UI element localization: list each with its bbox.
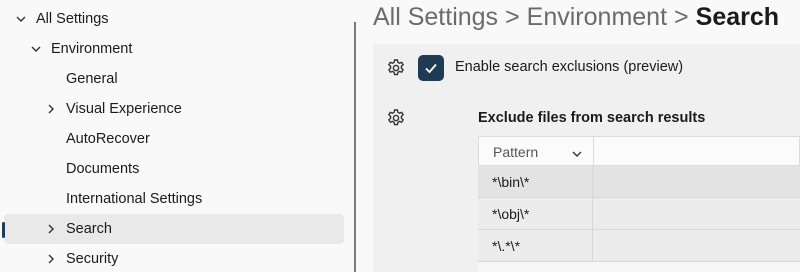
pattern-cell[interactable]: *\.*\*	[478, 230, 593, 261]
pattern-cell[interactable]: *\obj\*	[478, 198, 593, 229]
enable-exclusions-checkbox[interactable]	[418, 55, 444, 81]
selection-indicator	[2, 222, 5, 238]
tree-item-international-settings[interactable]: International Settings	[4, 184, 344, 214]
table-row[interactable]: *\.*\*	[478, 230, 800, 262]
pane-splitter[interactable]	[354, 22, 356, 272]
breadcrumb: All Settings > Environment > Search	[373, 2, 779, 32]
exclude-files-label: Exclude files from search results	[478, 110, 706, 126]
tree-item-security[interactable]: Security	[4, 244, 344, 272]
page-title: Search	[695, 2, 780, 31]
tree-item-label: All Settings	[36, 11, 109, 27]
tree-item-label: General	[66, 71, 118, 87]
tree-item-visual-experience[interactable]: Visual Experience	[4, 94, 344, 124]
tree-item-documents[interactable]: Documents	[4, 154, 344, 184]
grid-header: Pattern	[478, 136, 800, 167]
breadcrumb-item-all-settings[interactable]: All Settings	[373, 3, 498, 32]
tree-item-all-settings[interactable]: All Settings	[4, 4, 344, 34]
settings-tree: All Settings Environment General Visual …	[0, 0, 352, 272]
chevron-right-icon[interactable]	[45, 253, 57, 265]
gear-icon[interactable]	[386, 108, 406, 128]
tree-item-general[interactable]: General	[4, 64, 344, 94]
enable-exclusions-label: Enable search exclusions (preview)	[455, 59, 684, 75]
settings-window: All Settings Environment General Visual …	[0, 0, 800, 272]
tree-item-label: Visual Experience	[66, 101, 182, 117]
chevron-right-icon[interactable]	[45, 103, 57, 115]
tree-item-search[interactable]: Search	[2, 214, 344, 244]
search-settings-panel: Enable search exclusions (preview) Exclu…	[373, 44, 800, 272]
tree-item-label: AutoRecover	[66, 131, 150, 147]
tree-item-environment[interactable]: Environment	[4, 34, 344, 64]
column-header-label: Pattern	[493, 144, 539, 160]
table-row[interactable]: *\bin\*	[478, 166, 800, 198]
checkmark-icon	[425, 63, 437, 74]
gear-icon[interactable]	[386, 58, 406, 78]
breadcrumb-item-environment[interactable]: Environment	[527, 3, 667, 32]
exclusion-patterns-grid: Pattern *\bin\* *\obj\* *\.*\*	[478, 136, 800, 272]
tree-item-label: Security	[66, 251, 119, 267]
breadcrumb-separator: >	[674, 2, 689, 31]
pattern-cell[interactable]: *\bin\*	[478, 166, 593, 197]
chevron-down-icon[interactable]	[571, 147, 583, 163]
tree-item-label: Documents	[66, 161, 140, 177]
tree-item-autorecover[interactable]: AutoRecover	[4, 124, 344, 154]
breadcrumb-separator: >	[505, 2, 520, 31]
tree-item-label: Search	[66, 221, 112, 237]
chevron-down-icon[interactable]	[15, 13, 27, 25]
chevron-right-icon[interactable]	[45, 223, 57, 235]
column-header-pattern[interactable]: Pattern	[479, 137, 594, 167]
table-row[interactable]: *\obj\*	[478, 198, 800, 230]
tree-item-label: Environment	[51, 41, 133, 57]
chevron-down-icon[interactable]	[30, 43, 42, 55]
tree-item-label: International Settings	[66, 191, 203, 207]
